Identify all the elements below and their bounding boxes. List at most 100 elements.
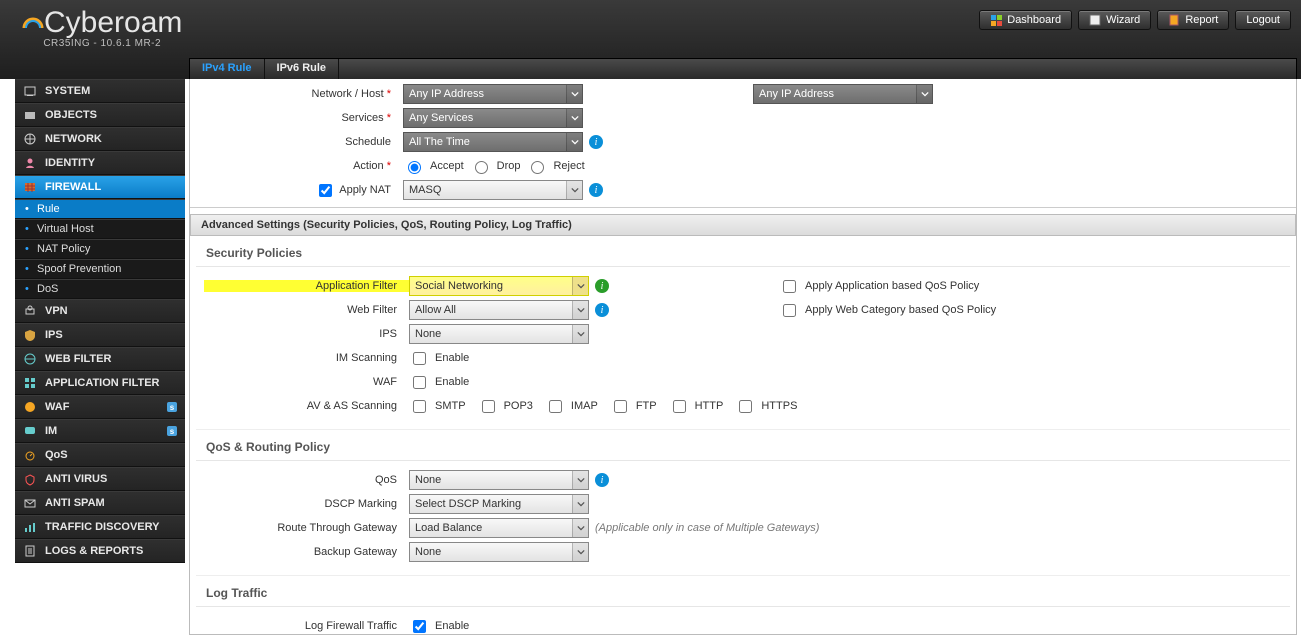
sidebar-item-logs-reports[interactable]: LOGS & REPORTS bbox=[15, 539, 185, 563]
report-button[interactable]: Report bbox=[1157, 10, 1229, 30]
sidebar-item-label: WAF bbox=[45, 401, 69, 413]
application-filter-select[interactable]: Social Networking bbox=[409, 276, 589, 296]
log-firewall-checkbox[interactable] bbox=[413, 620, 426, 633]
avas-https-checkbox[interactable] bbox=[739, 400, 752, 413]
im-icon bbox=[23, 424, 37, 438]
sidebar-item-vpn[interactable]: VPN bbox=[15, 299, 185, 323]
sidebar-item-spoof-prevention[interactable]: Spoof Prevention bbox=[15, 259, 185, 279]
wizard-icon bbox=[1089, 14, 1101, 26]
app-qos-checkbox[interactable] bbox=[783, 280, 796, 293]
sidebar-item-label: FIREWALL bbox=[45, 181, 101, 193]
sidebar-item-nat-policy[interactable]: NAT Policy bbox=[15, 239, 185, 259]
action-reject-radio[interactable] bbox=[531, 161, 544, 174]
badge-icon: s bbox=[167, 402, 177, 412]
sidebar-item-label: DoS bbox=[37, 283, 58, 295]
sidebar-item-identity[interactable]: IDENTITY bbox=[15, 151, 185, 175]
sidebar-item-waf[interactable]: WAF s bbox=[15, 395, 185, 419]
system-icon bbox=[23, 84, 37, 98]
sidebar-item-rule[interactable]: Rule bbox=[15, 199, 185, 219]
tab-bar: IPv4 Rule IPv6 Rule bbox=[189, 58, 1297, 79]
sidebar-item-label: QoS bbox=[45, 449, 68, 461]
action-drop-radio[interactable] bbox=[475, 161, 488, 174]
info-icon[interactable]: i bbox=[589, 183, 603, 197]
ips-label: IPS bbox=[204, 328, 409, 340]
im-scanning-checkbox[interactable] bbox=[413, 352, 426, 365]
sidebar-item-label: NETWORK bbox=[45, 133, 102, 145]
traffic-discovery-icon bbox=[23, 520, 37, 534]
avas-smtp-checkbox[interactable] bbox=[413, 400, 426, 413]
network-host-right-select[interactable]: Any IP Address bbox=[753, 84, 933, 104]
sidebar-item-dos[interactable]: DoS bbox=[15, 279, 185, 299]
security-policies-title: Security Policies bbox=[196, 236, 1290, 267]
sidebar-item-label: APPLICATION FILTER bbox=[45, 377, 159, 389]
avas-http-checkbox[interactable] bbox=[673, 400, 686, 413]
backup-gateway-select[interactable]: None bbox=[409, 542, 589, 562]
qos-routing-title: QoS & Routing Policy bbox=[196, 430, 1290, 461]
sidebar-item-label: OBJECTS bbox=[45, 109, 97, 121]
im-scanning-label: IM Scanning bbox=[204, 352, 409, 364]
brand-text: Cyberoam bbox=[44, 6, 182, 39]
services-select[interactable]: Any Services bbox=[403, 108, 583, 128]
info-icon[interactable]: i bbox=[595, 279, 609, 293]
apply-nat-select[interactable]: MASQ bbox=[403, 180, 583, 200]
sidebar-item-label: SYSTEM bbox=[45, 85, 90, 97]
logo-icon bbox=[22, 12, 44, 34]
sidebar-item-label: Virtual Host bbox=[37, 223, 94, 235]
logout-button[interactable]: Logout bbox=[1235, 10, 1291, 30]
web-qos-checkbox[interactable] bbox=[783, 304, 796, 317]
badge-icon: s bbox=[167, 426, 177, 436]
model-text: CR35ING - 10.6.1 MR-2 bbox=[22, 38, 182, 49]
advanced-settings-header[interactable]: Advanced Settings (Security Policies, Qo… bbox=[190, 214, 1296, 236]
sidebar-item-ips[interactable]: IPS bbox=[15, 323, 185, 347]
avas-ftp-checkbox[interactable] bbox=[614, 400, 627, 413]
sidebar-item-anti-virus[interactable]: ANTI VIRUS bbox=[15, 467, 185, 491]
sidebar-item-label: IM bbox=[45, 425, 57, 437]
sidebar-item-im[interactable]: IM s bbox=[15, 419, 185, 443]
qos-select[interactable]: None bbox=[409, 470, 589, 490]
header-bar: Cyberoam CR35ING - 10.6.1 MR-2 Dashboard… bbox=[0, 0, 1301, 79]
wizard-button[interactable]: Wizard bbox=[1078, 10, 1151, 30]
ips-select[interactable]: None bbox=[409, 324, 589, 344]
web-filter-select[interactable]: Allow All bbox=[409, 300, 589, 320]
sidebar-item-system[interactable]: SYSTEM bbox=[15, 79, 185, 103]
services-label: Services * bbox=[198, 112, 403, 124]
sidebar-item-web-filter[interactable]: WEB FILTER bbox=[15, 347, 185, 371]
sidebar-item-firewall[interactable]: FIREWALL bbox=[15, 175, 185, 199]
sidebar-item-virtual-host[interactable]: Virtual Host bbox=[15, 219, 185, 239]
tab-ipv6-rule[interactable]: IPv6 Rule bbox=[265, 59, 340, 79]
firewall-icon bbox=[23, 180, 37, 194]
route-gateway-select[interactable]: Load Balance bbox=[409, 518, 589, 538]
waf-checkbox[interactable] bbox=[413, 376, 426, 389]
network-icon bbox=[23, 132, 37, 146]
info-icon[interactable]: i bbox=[589, 135, 603, 149]
schedule-select[interactable]: All The Time bbox=[403, 132, 583, 152]
sidebar-item-network[interactable]: NETWORK bbox=[15, 127, 185, 151]
sidebar-item-label: ANTI SPAM bbox=[45, 497, 105, 509]
sidebar: SYSTEM OBJECTS NETWORK IDENTITY FIREWALL Rule… bbox=[15, 79, 185, 563]
info-icon[interactable]: i bbox=[595, 473, 609, 487]
waf-label: WAF bbox=[204, 376, 409, 388]
sidebar-item-label: ANTI VIRUS bbox=[45, 473, 107, 485]
info-icon[interactable]: i bbox=[595, 303, 609, 317]
action-accept-radio[interactable] bbox=[408, 161, 421, 174]
sidebar-item-label: Spoof Prevention bbox=[37, 263, 121, 275]
avas-pop3-checkbox[interactable] bbox=[482, 400, 495, 413]
web-filter-label: Web Filter bbox=[204, 304, 409, 316]
sidebar-item-application-filter[interactable]: APPLICATION FILTER bbox=[15, 371, 185, 395]
apply-nat-checkbox[interactable] bbox=[319, 184, 332, 197]
sidebar-item-label: TRAFFIC DISCOVERY bbox=[45, 521, 160, 533]
action-label: Action * bbox=[198, 160, 403, 172]
sidebar-item-traffic-discovery[interactable]: TRAFFIC DISCOVERY bbox=[15, 515, 185, 539]
sidebar-item-label: NAT Policy bbox=[37, 243, 90, 255]
dscp-marking-label: DSCP Marking bbox=[204, 498, 409, 510]
dscp-marking-select[interactable]: Select DSCP Marking bbox=[409, 494, 589, 514]
sidebar-item-qos[interactable]: QoS bbox=[15, 443, 185, 467]
sidebar-item-objects[interactable]: OBJECTS bbox=[15, 103, 185, 127]
qos-icon bbox=[23, 448, 37, 462]
dashboard-button[interactable]: Dashboard bbox=[979, 10, 1072, 30]
avas-imap-checkbox[interactable] bbox=[549, 400, 562, 413]
tab-ipv4-rule[interactable]: IPv4 Rule bbox=[190, 59, 265, 79]
identity-icon bbox=[23, 156, 37, 170]
network-host-left-select[interactable]: Any IP Address bbox=[403, 84, 583, 104]
sidebar-item-anti-spam[interactable]: ANTI SPAM bbox=[15, 491, 185, 515]
